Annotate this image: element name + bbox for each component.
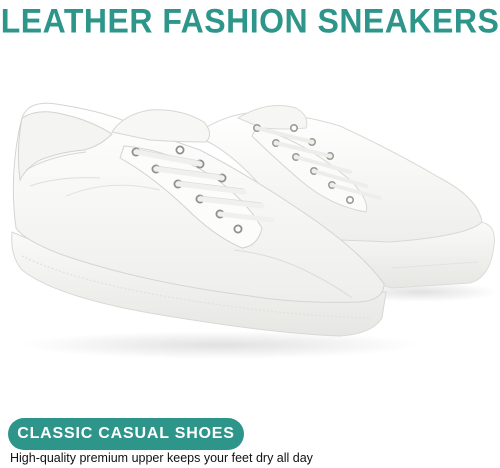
feature-description: High-quality premium upper keeps your fe… — [10, 451, 313, 465]
category-badge: CLASSIC CASUAL SHOES — [8, 418, 244, 450]
category-badge-label: CLASSIC CASUAL SHOES — [17, 425, 235, 442]
product-banner: LEATHER FASHION SNEAKERS CLASSIC CASUAL … — [0, 0, 500, 468]
sneaker-product-image — [11, 102, 500, 359]
headline: LEATHER FASHION SNEAKERS — [0, 1, 500, 40]
